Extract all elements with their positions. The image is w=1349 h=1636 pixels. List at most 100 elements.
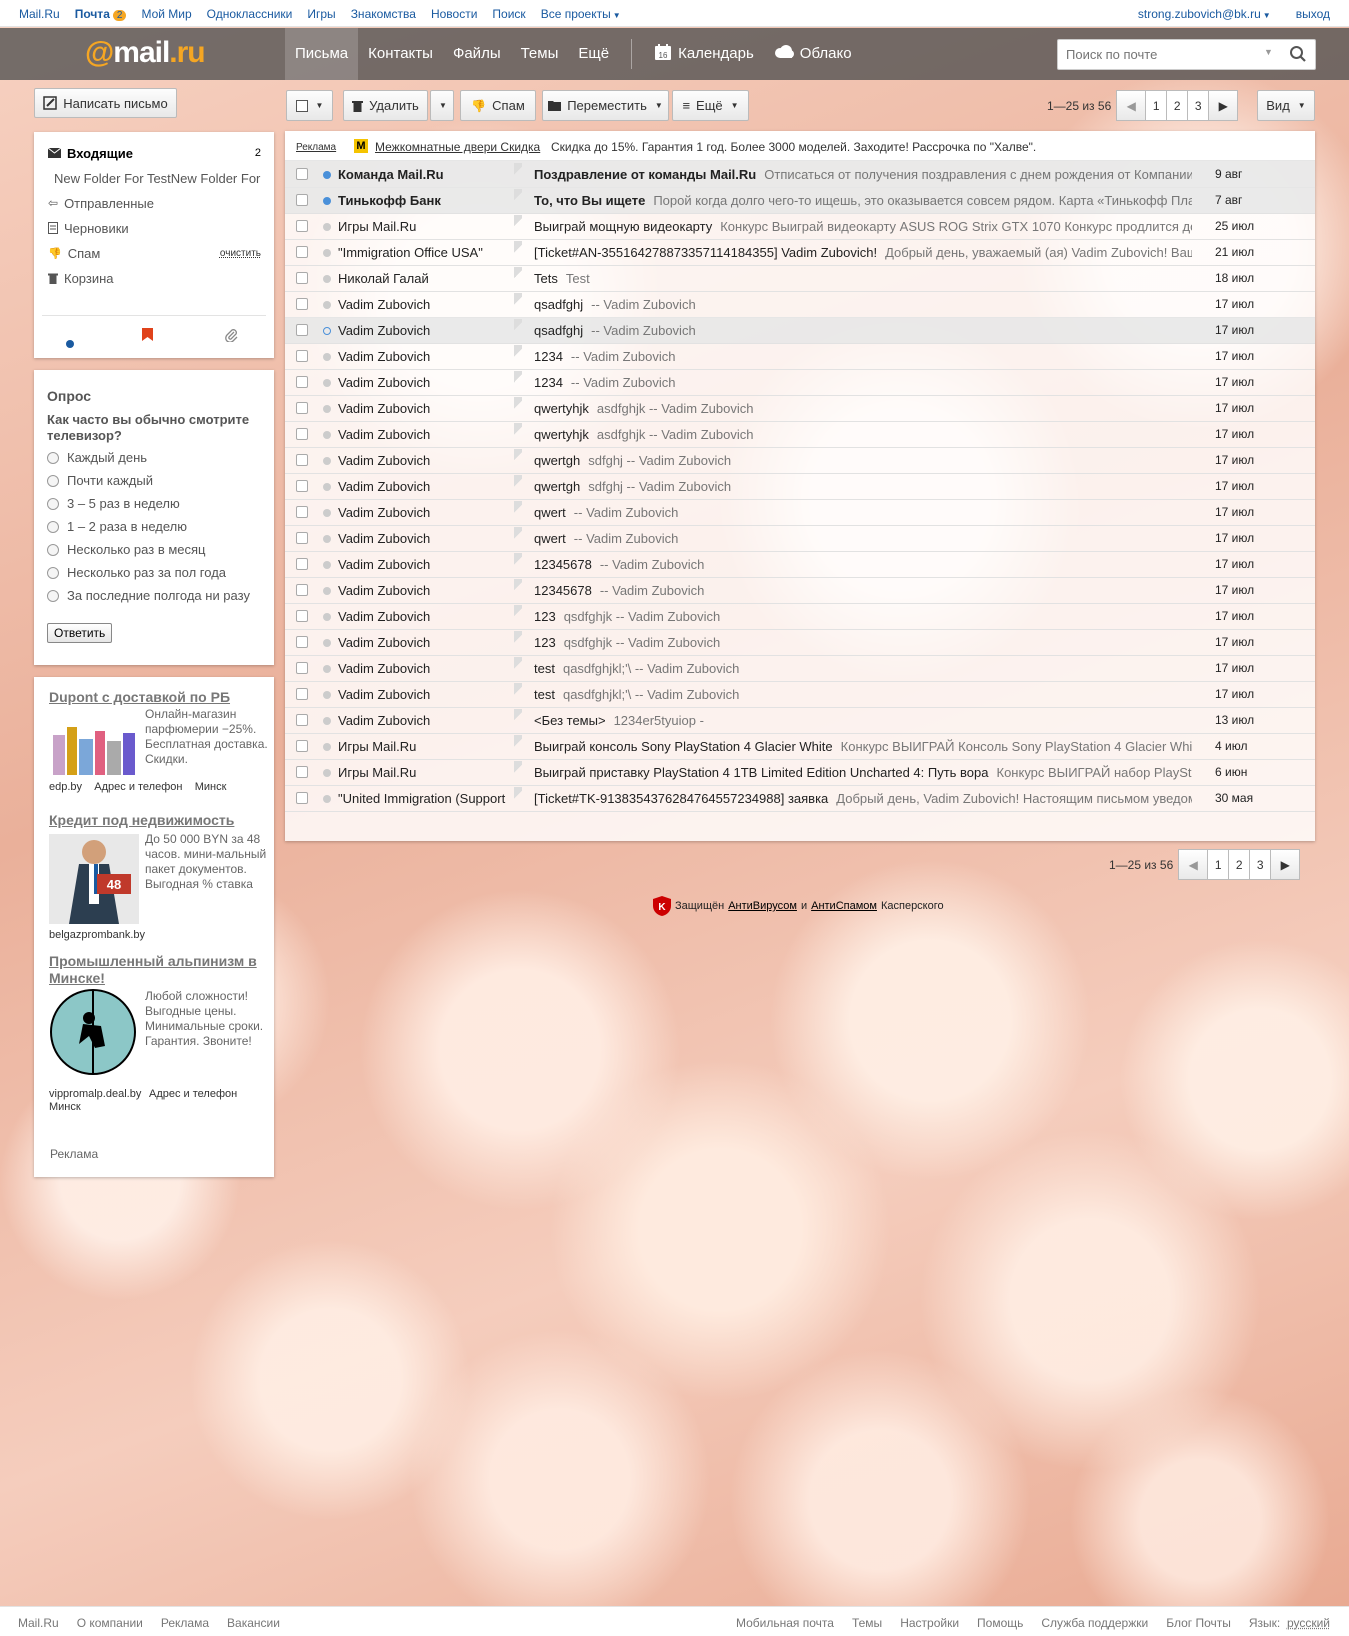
flag-icon[interactable] <box>514 527 522 542</box>
footer-link-mobile[interactable]: Мобильная почта <box>736 1616 834 1630</box>
folder-drafts[interactable]: Черновики <box>48 218 263 238</box>
read-status-dot-icon[interactable] <box>323 379 331 387</box>
radio-icon[interactable] <box>47 589 59 602</box>
message-checkbox[interactable] <box>296 272 308 284</box>
tab-cloud[interactable]: Облако <box>764 28 862 80</box>
message-checkbox[interactable] <box>296 324 308 336</box>
portal-link-all-projects[interactable]: Все проекты ▼ <box>541 7 621 21</box>
businessman-image[interactable]: 48 <box>49 834 139 924</box>
ad-address[interactable]: Адрес и телефон <box>94 781 182 793</box>
flag-icon[interactable] <box>514 579 522 594</box>
tab-letters[interactable]: Письма <box>285 28 359 80</box>
portal-link-news[interactable]: Новости <box>431 7 477 21</box>
message-checkbox[interactable] <box>296 532 308 544</box>
read-status-dot-icon[interactable] <box>323 769 331 777</box>
read-status-dot-icon[interactable] <box>323 561 331 569</box>
flag-icon[interactable] <box>514 241 522 256</box>
message-row[interactable]: Vadim Zubovich qwertgh sdfghj -- Vadim Zub… <box>285 447 1315 474</box>
tab-more[interactable]: Ещё <box>568 28 619 80</box>
footer-link-themes[interactable]: Темы <box>852 1616 882 1630</box>
radio-icon[interactable] <box>47 474 59 487</box>
message-row[interactable]: Николай Галай Tets Test 18 июл <box>285 265 1315 292</box>
tab-themes[interactable]: Темы <box>511 28 569 80</box>
message-row[interactable]: "United Immigration (Support [Ticket#TK-9… <box>285 785 1315 812</box>
list-ad-link[interactable]: Межкомнатные двери Скидка <box>375 140 540 154</box>
flag-icon[interactable] <box>514 293 522 308</box>
message-row[interactable]: Vadim Zubovich qwert -- Vadim Zubovich 17 и… <box>285 525 1315 552</box>
message-row[interactable]: Команда Mail.Ru Поздравление от команды M… <box>285 161 1315 188</box>
message-checkbox[interactable] <box>296 454 308 466</box>
read-status-dot-icon[interactable] <box>323 431 331 439</box>
flag-icon[interactable] <box>514 709 522 724</box>
read-status-dot-icon[interactable] <box>323 613 331 621</box>
read-status-dot-icon[interactable] <box>323 353 331 361</box>
delete-button[interactable]: Удалить <box>343 90 428 121</box>
portal-link-mail[interactable]: Почта 2 <box>75 7 127 21</box>
flag-icon[interactable] <box>514 475 522 490</box>
message-checkbox[interactable] <box>296 194 308 206</box>
ad-title[interactable]: Dupont с доставкой по РБ <box>49 689 264 706</box>
read-status-dot-icon[interactable] <box>323 301 331 309</box>
poll-option[interactable]: 3 – 5 раз в неделю <box>47 496 180 511</box>
message-checkbox[interactable] <box>296 636 308 648</box>
compose-button[interactable]: Написать письмо <box>34 88 177 118</box>
radio-icon[interactable] <box>47 520 59 533</box>
more-actions-button[interactable]: ≡ Ещё ▼ <box>672 90 749 121</box>
footer-link-ads[interactable]: Реклама <box>161 1616 209 1630</box>
folder-custom[interactable]: New Folder For TestNew Folder For Test <box>48 168 263 188</box>
poll-option[interactable]: Почти каждый <box>47 473 153 488</box>
ads-label[interactable]: Реклама <box>50 1147 98 1161</box>
message-row[interactable]: Тинькофф Банк То, что Вы ищете Порой когда… <box>285 187 1315 214</box>
message-row[interactable]: Vadim Zubovich test qasdfghjkl;'\ -- Vadim… <box>285 655 1315 682</box>
clean-spam-link[interactable]: очистить <box>220 248 261 259</box>
footer-link-help[interactable]: Помощь <box>977 1616 1023 1630</box>
message-checkbox[interactable] <box>296 376 308 388</box>
spam-button[interactable]: 👎 Спам <box>460 90 536 121</box>
read-status-dot-icon[interactable] <box>323 223 331 231</box>
footer-link-support[interactable]: Служба поддержки <box>1041 1616 1148 1630</box>
page-1[interactable]: 1 <box>1145 90 1168 121</box>
radio-icon[interactable] <box>47 451 59 464</box>
read-status-dot-icon[interactable] <box>323 639 331 647</box>
poll-option[interactable]: Каждый день <box>47 450 147 465</box>
portal-link-games[interactable]: Игры <box>307 7 335 21</box>
read-status-dot-icon[interactable] <box>323 587 331 595</box>
read-status-dot-icon[interactable] <box>323 197 331 205</box>
flag-icon[interactable] <box>514 423 522 438</box>
message-row[interactable]: Vadim Zubovich qwert -- Vadim Zubovich 17 и… <box>285 499 1315 526</box>
tab-files[interactable]: Файлы <box>443 28 511 80</box>
next-page-icon[interactable]: ▶ <box>1208 90 1239 121</box>
next-page-icon[interactable]: ▶ <box>1270 849 1301 880</box>
message-checkbox[interactable] <box>296 558 308 570</box>
mailru-logo[interactable]: @mail.ru <box>85 36 206 70</box>
message-row[interactable]: Vadim Zubovich 1234 -- Vadim Zubovich 17 ию… <box>285 343 1315 370</box>
flag-icon[interactable] <box>514 735 522 750</box>
flag-icon[interactable] <box>514 605 522 620</box>
portal-link-search[interactable]: Поиск <box>492 7 525 21</box>
read-status-dot-icon[interactable] <box>323 795 331 803</box>
read-status-dot-icon[interactable] <box>323 405 331 413</box>
page-3[interactable]: 3 <box>1249 849 1272 880</box>
message-row[interactable]: Vadim Zubovich 123 qsdfghjk -- Vadim Zubov… <box>285 603 1315 630</box>
poll-option[interactable]: Несколько раз за пол года <box>47 565 226 580</box>
message-checkbox[interactable] <box>296 298 308 310</box>
flag-icon[interactable] <box>514 319 522 334</box>
message-checkbox[interactable] <box>296 662 308 674</box>
ad-title[interactable]: Промышленный альпинизм в Минске! <box>49 953 264 987</box>
message-row[interactable]: Vadim Zubovich <Без темы> 1234er5tyuiop - 1… <box>285 707 1315 734</box>
message-checkbox[interactable] <box>296 506 308 518</box>
footer-link-blog[interactable]: Блог Почты <box>1166 1616 1231 1630</box>
message-checkbox[interactable] <box>296 792 308 804</box>
flag-icon[interactable] <box>514 397 522 412</box>
flag-icon[interactable] <box>514 683 522 698</box>
message-checkbox[interactable] <box>296 714 308 726</box>
climber-image[interactable] <box>49 988 137 1076</box>
user-email-menu[interactable]: strong.zubovich@bk.ru ▼ <box>1138 7 1271 21</box>
poll-option[interactable]: 1 – 2 раза в неделю <box>47 519 187 534</box>
antispam-link[interactable]: АнтиСпамом <box>811 900 877 912</box>
page-1[interactable]: 1 <box>1207 849 1230 880</box>
flag-icon[interactable] <box>514 267 522 282</box>
paperclip-icon[interactable] <box>224 328 238 345</box>
message-row[interactable]: Vadim Zubovich qsadfghj -- Vadim Zubovich 1… <box>285 317 1315 344</box>
portal-link-ok[interactable]: Одноклассники <box>207 7 293 21</box>
